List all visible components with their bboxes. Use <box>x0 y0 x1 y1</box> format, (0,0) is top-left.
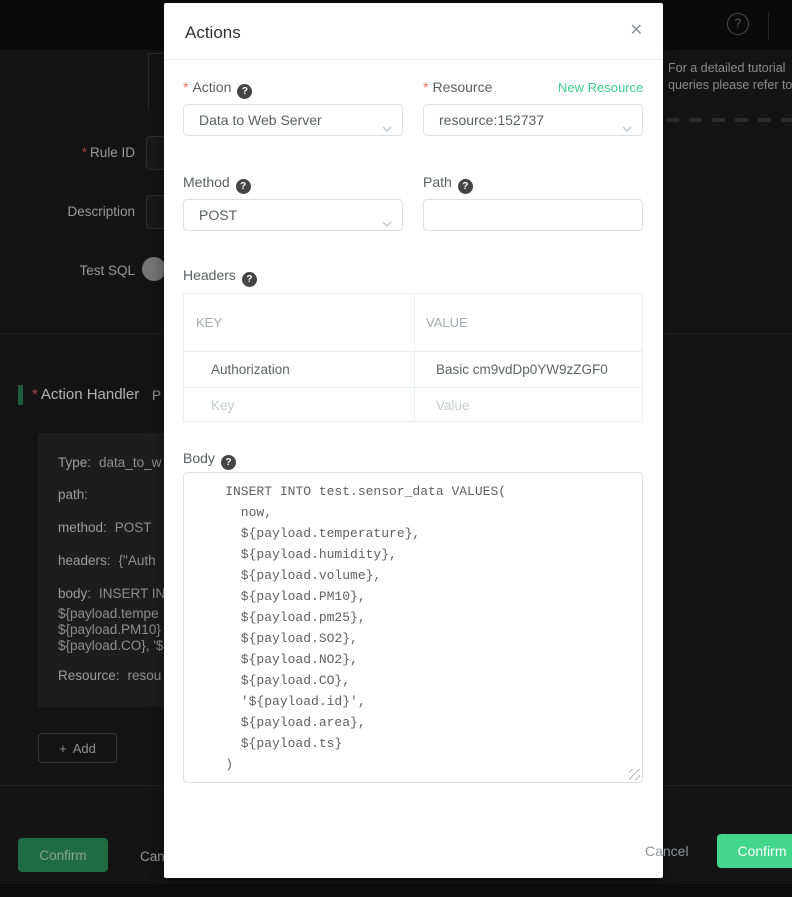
page-confirm-button[interactable]: Confirm <box>18 838 108 872</box>
tutorial-line-1: For a detailed tutorial <box>668 60 792 77</box>
help-icon[interactable]: ? <box>237 84 252 99</box>
new-value-input[interactable]: Value <box>436 388 470 423</box>
path-input[interactable] <box>423 199 643 231</box>
tutorial-note: For a detailed tutorial queries please r… <box>668 60 792 94</box>
path-label: Path? <box>423 174 473 194</box>
resource-label: *Resource <box>423 79 492 95</box>
help-icon[interactable]: ? <box>727 13 749 35</box>
dashed-separator <box>666 118 792 122</box>
resize-handle-icon[interactable] <box>629 769 640 780</box>
table-row: Key Value <box>184 387 642 422</box>
card-body-line4: ${payload.CO}, '$ <box>58 638 163 653</box>
cancel-button[interactable]: Cancel <box>645 843 689 859</box>
screen: ? For a detailed tutorial queries please… <box>0 0 792 897</box>
card-body-row: body:INSERT IN <box>58 586 165 601</box>
card-method-row: method:POST <box>58 520 152 535</box>
action-handler-hint: P <box>152 388 161 403</box>
key-column-header: KEY <box>196 294 222 351</box>
help-icon[interactable]: ? <box>221 455 236 470</box>
action-handler-title: *Action Handler <box>32 386 139 403</box>
confirm-button[interactable]: Confirm <box>717 834 792 868</box>
chevron-down-icon <box>621 115 633 145</box>
table-row: Authorization Basic cm9vdDp0YW9zZGF0 <box>184 351 642 387</box>
navbar-divider <box>768 13 769 40</box>
action-label: *Action? <box>183 79 252 99</box>
resource-select-value: resource:152737 <box>439 112 544 128</box>
header-value-cell[interactable]: Basic cm9vdDp0YW9zZGF0 <box>436 352 608 388</box>
help-icon[interactable]: ? <box>236 179 251 194</box>
plus-icon: + <box>59 741 67 756</box>
test-sql-toggle[interactable] <box>142 257 166 281</box>
card-headers-row: headers:{"Auth <box>58 553 156 568</box>
card-path-row: path: <box>58 487 96 502</box>
card-resource-row: Resource:resou <box>58 668 161 683</box>
page-bottom-strip <box>0 884 792 897</box>
help-icon[interactable]: ? <box>458 179 473 194</box>
card-type-row: Type:data_to_w <box>58 455 161 470</box>
card-body-line2: ${payload.tempe <box>58 606 159 621</box>
required-asterisk: * <box>423 79 428 95</box>
required-asterisk: * <box>32 386 38 403</box>
section-accent-bar <box>18 385 23 405</box>
headers-table: KEY VALUE Authorization Basic cm9vdDp0YW… <box>183 293 643 422</box>
action-select[interactable]: Data to Web Server <box>183 104 403 136</box>
dialog-title: Actions <box>185 23 241 43</box>
method-label: Method? <box>183 174 251 194</box>
add-action-button[interactable]: + Add <box>38 733 117 763</box>
required-asterisk: * <box>82 145 87 160</box>
method-select-value: POST <box>199 207 237 223</box>
actions-dialog: Actions ✕ *Action? *Resource New Resourc… <box>164 3 663 878</box>
rule-id-label: *Rule ID <box>0 145 135 160</box>
description-label: Description <box>0 204 135 219</box>
body-label: Body? <box>183 450 236 470</box>
tutorial-line-2: queries please refer to <box>668 77 792 94</box>
headers-label: Headers? <box>183 267 257 287</box>
required-asterisk: * <box>183 79 188 95</box>
header-key-cell[interactable]: Authorization <box>211 352 290 388</box>
resource-select[interactable]: resource:152737 <box>423 104 643 136</box>
chevron-down-icon <box>381 115 393 145</box>
close-icon[interactable]: ✕ <box>630 21 643 41</box>
card-body-line3: ${payload.PM10} <box>58 622 161 637</box>
action-select-value: Data to Web Server <box>199 112 322 128</box>
test-sql-label: Test SQL <box>0 263 135 278</box>
value-column-header: VALUE <box>426 294 468 351</box>
add-button-label: Add <box>73 741 96 756</box>
sql-panel-edge <box>148 53 165 110</box>
new-resource-link[interactable]: New Resource <box>558 80 643 95</box>
method-select[interactable]: POST <box>183 199 403 231</box>
new-key-input[interactable]: Key <box>211 388 234 423</box>
chevron-down-icon <box>381 210 393 240</box>
help-icon[interactable]: ? <box>242 272 257 287</box>
dialog-header: Actions ✕ <box>164 3 663 60</box>
body-textarea[interactable]: INSERT INTO test.sensor_data VALUES( now… <box>183 472 643 783</box>
